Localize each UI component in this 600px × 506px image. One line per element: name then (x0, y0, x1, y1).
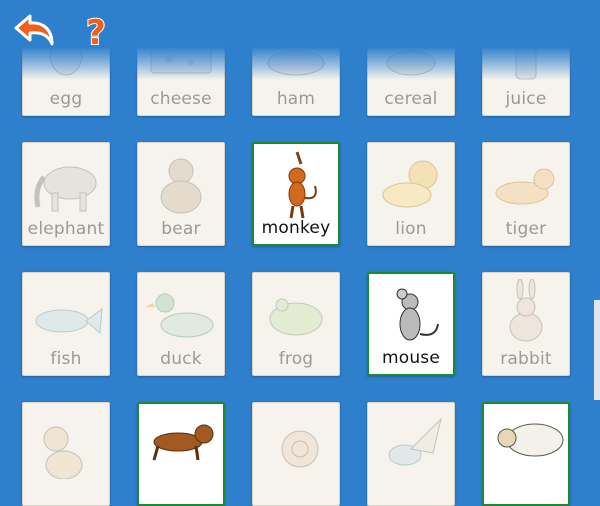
picture-card[interactable] (22, 402, 110, 506)
picture-card[interactable]: frog (252, 272, 340, 376)
card-label: frog (278, 349, 314, 369)
help-glyph: ? (86, 13, 106, 52)
picture-card[interactable] (252, 402, 340, 506)
picture-card[interactable]: lion (367, 142, 455, 246)
picture-card-grid: egg cheese ham cereal juice elephant bear monke… (0, 0, 600, 506)
picture-card[interactable] (482, 402, 570, 506)
card-label: fish (50, 349, 82, 369)
picture-card[interactable]: elephant (22, 142, 110, 246)
card-label: bear (161, 219, 201, 239)
fish-icon (26, 279, 106, 349)
picture-card[interactable] (367, 402, 455, 506)
picture-card[interactable]: tiger (482, 142, 570, 246)
elephant-icon (26, 149, 106, 219)
bear-icon (141, 149, 221, 219)
top-toolbar: ? (0, 0, 600, 80)
tiger-icon (486, 149, 566, 219)
picture-card[interactable]: duck (137, 272, 225, 376)
card-label: duck (160, 349, 202, 369)
duck-icon (141, 279, 221, 349)
picture-card[interactable]: rabbit (482, 272, 570, 376)
card-label: ham (276, 89, 316, 109)
card-label: lion (395, 219, 427, 239)
question-mark-icon[interactable]: ? (78, 8, 114, 54)
mouse-icon (372, 280, 452, 350)
card-label: mouse (381, 348, 441, 368)
cat-icon (26, 409, 106, 480)
frog-icon (256, 279, 336, 349)
monkey-icon (257, 150, 337, 220)
bird-icon (371, 409, 451, 479)
snail-icon (256, 409, 336, 479)
card-label: juice (505, 89, 547, 109)
card-label: elephant (27, 219, 105, 239)
picture-card[interactable]: mouse (367, 272, 455, 376)
card-label: egg (49, 89, 83, 109)
picture-card[interactable] (137, 402, 225, 506)
rabbit-icon (486, 278, 566, 349)
lion-icon (371, 149, 451, 219)
sheep-icon (487, 410, 567, 480)
card-label: tiger (505, 219, 547, 239)
picture-card[interactable]: fish (22, 272, 110, 376)
undo-arrow-icon[interactable] (12, 8, 60, 52)
picture-card[interactable]: monkey (252, 142, 340, 246)
picture-card[interactable]: bear (137, 142, 225, 246)
card-label: monkey (261, 218, 331, 238)
card-label: cereal (384, 89, 438, 109)
dog-icon (142, 410, 222, 480)
card-label: rabbit (500, 349, 552, 369)
card-label: cheese (150, 89, 212, 109)
scrollbar[interactable] (594, 300, 600, 400)
